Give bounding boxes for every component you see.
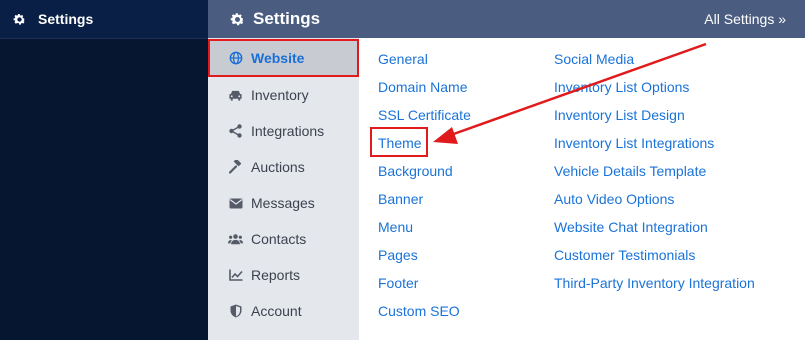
sidebar-item-reports[interactable]: Reports <box>208 257 359 293</box>
link-inventory-list-integrations[interactable]: Inventory List Integrations <box>554 132 755 160</box>
sidebar-item-label: Integrations <box>251 123 325 139</box>
shield-icon <box>228 304 243 319</box>
chart-icon <box>228 268 243 283</box>
link-website-chat-integration[interactable]: Website Chat Integration <box>554 216 755 244</box>
sidebar-item-contacts[interactable]: Contacts <box>208 221 359 257</box>
theme-highlight-box <box>370 127 428 157</box>
left-nav-settings[interactable]: Settings <box>0 0 208 39</box>
website-settings-links-column-2: Social Media Inventory List Options Inve… <box>554 48 755 300</box>
link-background[interactable]: Background <box>378 160 471 188</box>
sidebar-item-label: Messages <box>251 195 315 211</box>
link-third-party-inventory-integration[interactable]: Third-Party Inventory Integration <box>554 272 755 300</box>
link-inventory-list-options[interactable]: Inventory List Options <box>554 76 755 104</box>
globe-icon <box>228 51 243 66</box>
gavel-icon <box>228 160 243 175</box>
sidebar-item-integrations[interactable]: Integrations <box>208 113 359 149</box>
sidebar-item-auctions[interactable]: Auctions <box>208 149 359 185</box>
gear-icon <box>230 12 245 25</box>
sidebar-item-messages[interactable]: Messages <box>208 185 359 221</box>
gear-icon <box>13 13 26 25</box>
users-icon <box>228 232 243 247</box>
link-banner[interactable]: Banner <box>378 188 471 216</box>
sidebar-item-label: Account <box>251 303 302 319</box>
sidebar-item-website[interactable]: Website <box>208 39 359 77</box>
link-social-media[interactable]: Social Media <box>554 48 755 76</box>
link-customer-testimonials[interactable]: Customer Testimonials <box>554 244 755 272</box>
car-icon <box>228 88 243 103</box>
link-menu[interactable]: Menu <box>378 216 471 244</box>
share-icon <box>228 124 243 139</box>
link-general[interactable]: General <box>378 48 471 76</box>
settings-header: Settings All Settings » <box>208 0 805 38</box>
sidebar-item-label: Website <box>251 50 305 66</box>
link-custom-seo[interactable]: Custom SEO <box>378 300 471 328</box>
link-vehicle-details-template[interactable]: Vehicle Details Template <box>554 160 755 188</box>
settings-sidebar: Website Inventory Integrations Auctions … <box>208 38 359 340</box>
link-domain-name[interactable]: Domain Name <box>378 76 471 104</box>
sidebar-item-account[interactable]: Account <box>208 293 359 329</box>
link-auto-video-options[interactable]: Auto Video Options <box>554 188 755 216</box>
sidebar-item-label: Inventory <box>251 87 309 103</box>
sidebar-item-label: Contacts <box>251 231 307 247</box>
link-pages[interactable]: Pages <box>378 244 471 272</box>
link-footer[interactable]: Footer <box>378 272 471 300</box>
sidebar-item-label: Reports <box>251 267 301 283</box>
sidebar-item-inventory[interactable]: Inventory <box>208 77 359 113</box>
sidebar-item-label: Auctions <box>251 159 305 175</box>
left-nav-title: Settings <box>38 11 94 27</box>
website-settings-links-column-1: General Domain Name SSL Certificate Them… <box>378 48 471 328</box>
app-left-nav: Settings <box>0 0 208 340</box>
link-inventory-list-design[interactable]: Inventory List Design <box>554 104 755 132</box>
all-settings-link[interactable]: All Settings » <box>704 11 805 27</box>
page-title: Settings <box>253 9 321 28</box>
envelope-icon <box>228 196 243 211</box>
